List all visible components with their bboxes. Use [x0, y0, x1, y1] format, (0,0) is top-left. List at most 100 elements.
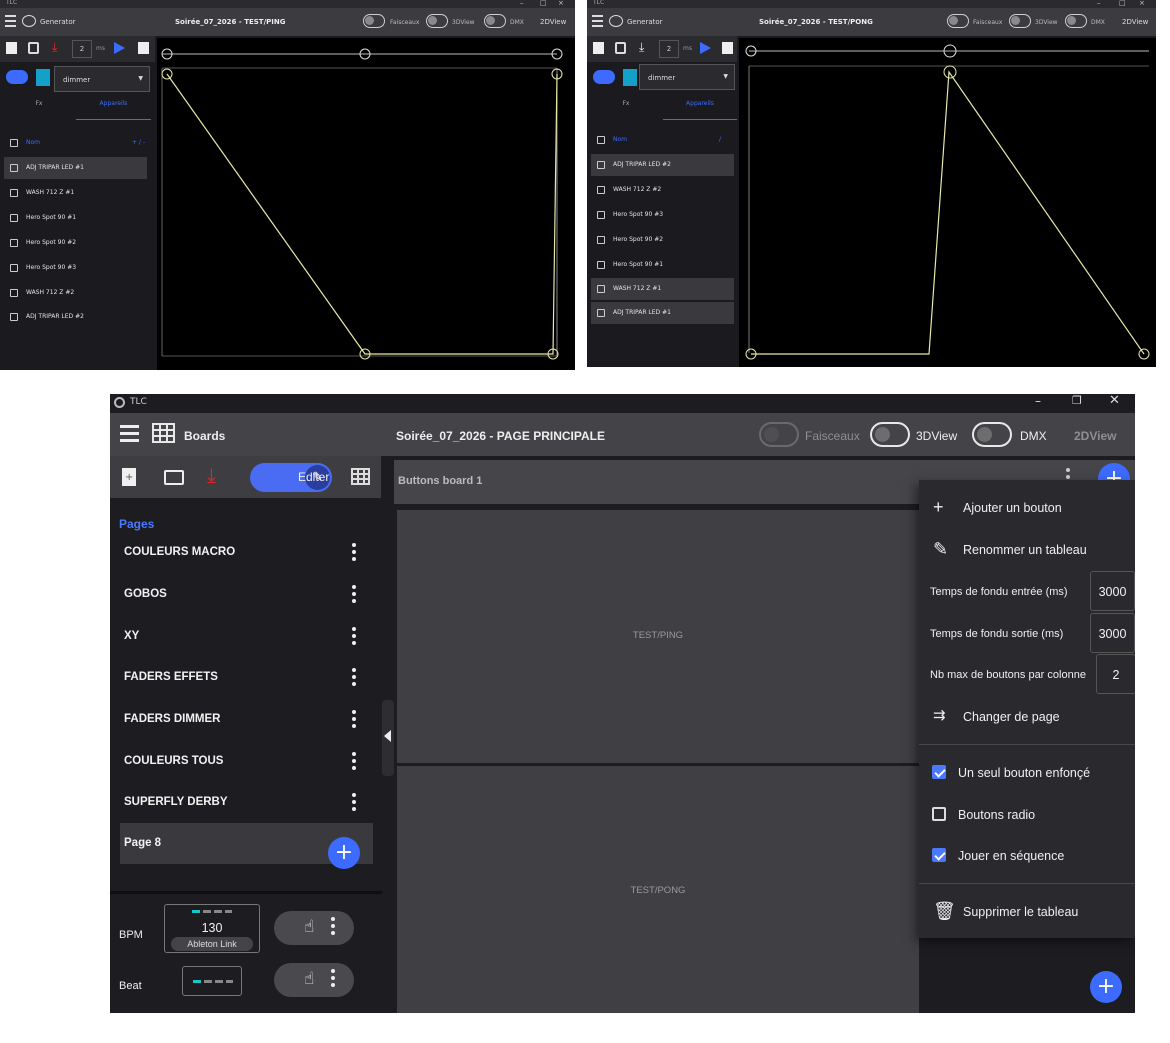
- add-remove[interactable]: /: [719, 136, 721, 143]
- list-item[interactable]: ADJ TRIPAR LED #2: [591, 154, 734, 176]
- stop-icon[interactable]: [138, 42, 149, 54]
- curve-editor[interactable]: [739, 38, 1156, 367]
- row-checkbox[interactable]: [10, 313, 18, 321]
- fade-in-input[interactable]: 3000: [1090, 571, 1135, 611]
- 2dview-button[interactable]: 2DView: [540, 18, 566, 26]
- list-item[interactable]: Hero Spot 90 #2: [591, 229, 734, 251]
- ableton-link-badge[interactable]: Ableton Link: [171, 937, 253, 951]
- minimize-icon[interactable]: –: [520, 0, 524, 7]
- max-buttons-input[interactable]: 2: [1096, 654, 1135, 694]
- list-item[interactable]: ADJ TRIPAR LED #2: [4, 306, 147, 328]
- table-grid-icon[interactable]: [351, 468, 370, 485]
- row-checkbox[interactable]: [597, 236, 605, 244]
- new-file-icon[interactable]: [593, 42, 604, 54]
- radio-buttons-option[interactable]: Boutons radio: [919, 795, 1135, 835]
- list-item[interactable]: Hero Spot 90 #3: [4, 257, 147, 279]
- enable-toggle[interactable]: [593, 70, 615, 84]
- select-all-checkbox[interactable]: [10, 139, 18, 147]
- page-item-superfly-derby[interactable]: SUPERFLY DERBY: [120, 782, 373, 823]
- row-checkbox[interactable]: [10, 239, 18, 247]
- minimize-icon[interactable]: –: [1097, 0, 1101, 7]
- save-download-icon[interactable]: ⤓: [207, 464, 216, 486]
- bpm-display[interactable]: 130 Ableton Link: [164, 904, 260, 953]
- more-vert-icon[interactable]: [331, 969, 335, 987]
- maximize-icon[interactable]: □: [540, 0, 547, 7]
- change-page-item[interactable]: ⇉ Changer de page: [919, 697, 1135, 737]
- menu-icon[interactable]: [592, 15, 603, 27]
- menu-icon[interactable]: [5, 15, 16, 27]
- parameter-dropdown[interactable]: dimmer ▼: [639, 64, 735, 90]
- 3dview-toggle[interactable]: [1009, 14, 1031, 28]
- 3dview-toggle[interactable]: [870, 422, 910, 447]
- curve-svg[interactable]: [739, 38, 1156, 367]
- close-icon[interactable]: ×: [558, 0, 564, 7]
- save-icon[interactable]: ⤓: [639, 41, 650, 54]
- board-button-pong[interactable]: TEST/PONG: [397, 766, 919, 1013]
- more-vert-icon[interactable]: [331, 917, 335, 935]
- more-vert-icon[interactable]: [352, 627, 356, 647]
- play-sequence-option[interactable]: Jouer en séquence: [919, 836, 1135, 876]
- list-item[interactable]: WASH 712 Z #2: [4, 282, 147, 304]
- tab-appareils[interactable]: Appareils: [76, 100, 151, 120]
- parameter-dropdown[interactable]: dimmer ▼: [54, 66, 150, 92]
- row-checkbox[interactable]: [597, 261, 605, 269]
- tap-beat-button[interactable]: ☝: [274, 963, 354, 997]
- faisceaux-toggle[interactable]: [947, 14, 969, 28]
- minimize-icon[interactable]: –: [1035, 394, 1041, 408]
- 2dview-button[interactable]: 2DView: [1122, 18, 1148, 26]
- list-item[interactable]: Hero Spot 90 #1: [4, 207, 147, 229]
- more-vert-icon[interactable]: [352, 752, 356, 772]
- row-checkbox[interactable]: [10, 164, 18, 172]
- more-vert-icon[interactable]: [352, 710, 356, 730]
- curve-handle[interactable]: [943, 65, 957, 79]
- add-remove[interactable]: + / -: [132, 139, 145, 146]
- list-item[interactable]: Hero Spot 90 #2: [4, 232, 147, 254]
- checkbox-checked[interactable]: [932, 848, 946, 862]
- page-item-faders-dimmer[interactable]: FADERS DIMMER: [120, 699, 373, 740]
- more-vert-icon[interactable]: [352, 543, 356, 563]
- fader-icon[interactable]: [36, 69, 50, 86]
- select-all-checkbox[interactable]: [597, 136, 605, 144]
- dmx-toggle[interactable]: [972, 422, 1012, 447]
- faisceaux-toggle[interactable]: [363, 14, 385, 28]
- list-item[interactable]: WASH 712 Z #2: [591, 179, 734, 201]
- row-checkbox[interactable]: [597, 211, 605, 219]
- dmx-toggle[interactable]: [1065, 14, 1087, 28]
- delete-board-item[interactable]: 🗑 Supprimer le tableau: [919, 892, 1135, 932]
- page-item-xy[interactable]: XY: [120, 616, 373, 657]
- tab-fx[interactable]: Fx: [591, 100, 661, 120]
- page-item-faders-effets[interactable]: FADERS EFFETS: [120, 657, 373, 698]
- faisceaux-toggle[interactable]: [759, 422, 799, 447]
- rate-icon[interactable]: ms: [683, 45, 694, 57]
- list-item[interactable]: WASH 712 Z #1: [591, 278, 734, 300]
- row-checkbox[interactable]: [597, 309, 605, 317]
- save-icon[interactable]: ⤓: [52, 41, 63, 54]
- 2dview-button[interactable]: 2DView: [1074, 429, 1116, 443]
- page-number-field[interactable]: 2: [72, 40, 92, 58]
- row-checkbox[interactable]: [597, 285, 605, 293]
- list-item[interactable]: ADJ TRIPAR LED #1: [591, 302, 734, 324]
- enable-toggle[interactable]: [6, 70, 28, 84]
- add-fab-button[interactable]: +: [1090, 971, 1122, 1003]
- open-folder-icon[interactable]: [28, 42, 39, 54]
- add-button-item[interactable]: + Ajouter un bouton: [919, 488, 1135, 528]
- more-vert-icon[interactable]: [352, 793, 356, 813]
- curve-svg[interactable]: [157, 38, 575, 370]
- maximize-icon[interactable]: □: [1119, 0, 1126, 7]
- page-item-couleurs-macro[interactable]: COULEURS MACRO: [120, 532, 373, 573]
- play-icon[interactable]: [700, 42, 711, 54]
- row-checkbox[interactable]: [10, 289, 18, 297]
- checkbox-checked[interactable]: [932, 765, 946, 779]
- board-title[interactable]: Buttons board 1: [398, 475, 482, 487]
- fader-icon[interactable]: [623, 69, 637, 86]
- dmx-toggle[interactable]: [484, 14, 506, 28]
- tap-tempo-button[interactable]: ☝: [274, 911, 354, 945]
- menu-icon[interactable]: [120, 425, 139, 443]
- add-page-button[interactable]: +: [328, 837, 360, 869]
- restore-icon[interactable]: ❐: [1072, 394, 1082, 407]
- open-folder-icon[interactable]: [615, 42, 626, 54]
- new-file-icon[interactable]: [6, 42, 17, 54]
- fade-out-input[interactable]: 3000: [1090, 613, 1135, 653]
- close-icon[interactable]: ✕: [1109, 394, 1120, 408]
- page-item-gobos[interactable]: GOBOS: [120, 574, 373, 615]
